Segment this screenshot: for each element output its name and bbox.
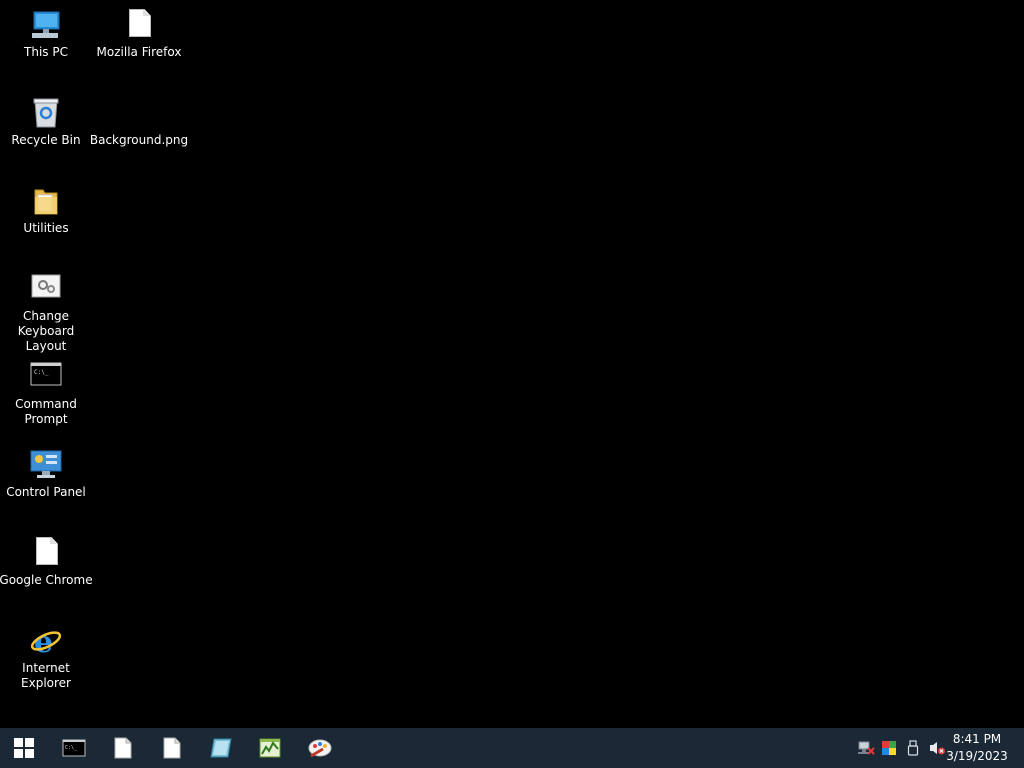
desktop-icon-this-pc[interactable]: This PC: [0, 8, 92, 60]
tablet-icon: [210, 738, 232, 758]
usb-device-icon: [907, 740, 919, 756]
taskbar-file-button[interactable]: [148, 728, 196, 768]
color-palette-icon: [882, 741, 896, 755]
svg-text:C:\_: C:\_: [34, 369, 49, 376]
clock-date: 3/19/2023: [946, 749, 1008, 763]
tray-usb-button[interactable]: [903, 728, 923, 768]
file-icon: [29, 536, 63, 570]
taskbar-task-manager-button[interactable]: [246, 728, 294, 768]
taskbar-command-prompt-button[interactable]: C:\_: [50, 728, 98, 768]
start-button[interactable]: [0, 728, 48, 768]
desktop-icon-label: Change Keyboard Layout: [17, 309, 75, 353]
file-icon: [163, 737, 181, 759]
network-disconnected-icon: [858, 741, 875, 755]
desktop-icon-mozilla-firefox[interactable]: Mozilla Firefox: [93, 8, 185, 60]
task-manager-icon: [259, 738, 281, 758]
desktop-icon-label: Command Prompt: [15, 397, 77, 426]
taskbar-file-button[interactable]: [99, 728, 147, 768]
desktop-icon-label: Internet Explorer: [21, 661, 71, 690]
file-icon: [114, 737, 132, 759]
file-icon: [122, 8, 156, 42]
desktop-icon-label: Utilities: [23, 221, 69, 235]
clock[interactable]: 8:41 PM 3/19/2023: [942, 731, 1012, 765]
command-prompt-icon: C:\_: [29, 360, 63, 394]
desktop-icon-recycle-bin[interactable]: Recycle Bin: [0, 96, 92, 148]
desktop-icon-background-png[interactable]: Background.png: [90, 96, 188, 148]
command-prompt-icon: C:\_: [62, 739, 86, 757]
windows-logo-icon: [14, 738, 34, 758]
folder-icon: [29, 184, 63, 218]
taskbar-tablet-button[interactable]: [197, 728, 245, 768]
control-panel-icon: [29, 448, 63, 482]
desktop-icon-control-panel[interactable]: Control Panel: [0, 448, 92, 500]
recycle-bin-icon: [29, 96, 63, 130]
desktop-icon-label: Control Panel: [6, 485, 86, 499]
image-file-icon: [122, 96, 156, 130]
desktop-icon-label: Recycle Bin: [11, 133, 81, 147]
svg-text:C:\_: C:\_: [65, 745, 78, 751]
taskbar: C:\_ 8:41 PM 3/19/2023: [0, 728, 1024, 768]
desktop-icon-google-chrome[interactable]: Google Chrome: [0, 536, 93, 588]
tray-display-button[interactable]: [879, 728, 899, 768]
paint-icon: [308, 739, 332, 758]
desktop[interactable]: This PC Mozilla Firefox Recycle Bin Back…: [0, 0, 1024, 768]
internet-explorer-icon: e: [29, 624, 63, 660]
desktop-icon-command-prompt[interactable]: C:\_ Command Prompt: [0, 360, 92, 427]
settings-gear-icon: [29, 272, 63, 306]
desktop-icon-label: Mozilla Firefox: [96, 45, 182, 59]
desktop-icon-label: Background.png: [89, 133, 189, 147]
tray-network-button[interactable]: [856, 728, 876, 768]
svg-text:e: e: [34, 625, 53, 658]
desktop-icon-label: This PC: [24, 45, 68, 59]
clock-time: 8:41 PM: [952, 732, 1002, 746]
this-pc-icon: [29, 8, 63, 42]
desktop-icon-label: Google Chrome: [0, 573, 93, 587]
desktop-icon-utilities[interactable]: Utilities: [0, 184, 92, 236]
desktop-icon-internet-explorer[interactable]: e Internet Explorer: [0, 624, 92, 691]
desktop-icon-change-keyboard-layout[interactable]: Change Keyboard Layout: [0, 272, 92, 354]
taskbar-paint-button[interactable]: [296, 728, 344, 768]
